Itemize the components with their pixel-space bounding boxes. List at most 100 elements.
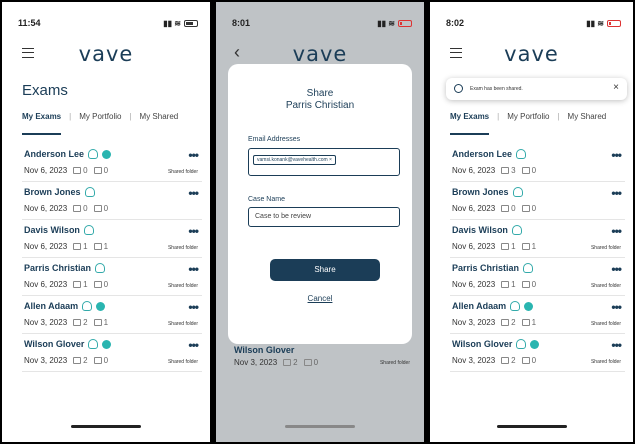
report-count: 1 bbox=[531, 318, 537, 327]
home-indicator bbox=[496, 425, 567, 428]
bg-row-c1: 2 bbox=[293, 358, 298, 367]
report-count-icon bbox=[521, 167, 530, 174]
shared-icon bbox=[84, 187, 95, 197]
case-name-input[interactable]: Case to be review bbox=[248, 207, 400, 227]
exam-row[interactable]: Anderson Lee Nov 6, 2023 3 0 ••• bbox=[450, 144, 625, 182]
more-options-icon[interactable]: ••• bbox=[188, 300, 199, 314]
shared-icon bbox=[83, 225, 94, 235]
exam-row[interactable]: Parris Christian Nov 6, 2023 1 0 ••• Shared f… bbox=[450, 258, 625, 296]
app-logo: vave bbox=[292, 42, 348, 66]
tab-my-shared[interactable]: My Shared bbox=[140, 112, 179, 128]
shared-icon bbox=[523, 263, 534, 273]
more-options-icon[interactable]: ••• bbox=[611, 338, 622, 352]
status-icons: ▮▮ ≋ bbox=[377, 19, 412, 28]
report-count-icon bbox=[93, 243, 102, 250]
patient-name: Allen Adaam bbox=[452, 301, 507, 311]
report-count: 1 bbox=[103, 318, 109, 327]
shared-icon bbox=[88, 339, 99, 349]
status-dot-icon bbox=[530, 339, 540, 349]
report-count-icon bbox=[93, 357, 102, 364]
image-count-icon bbox=[501, 319, 510, 326]
image-count-icon bbox=[73, 357, 82, 364]
image-count-icon bbox=[501, 357, 510, 364]
exam-row[interactable]: Allen Adaam Nov 3, 2023 2 1 ••• Shared folder bbox=[450, 296, 625, 334]
patient-name: Allen Adaam bbox=[24, 301, 79, 311]
email-field[interactable]: vamsi.konank@vavehealth.com × bbox=[248, 148, 400, 176]
patient-name: Davis Wilson bbox=[452, 225, 508, 235]
status-icons: ▮▮ ≋ bbox=[163, 19, 198, 28]
shared-icon bbox=[516, 339, 527, 349]
bg-row-date: Nov 3, 2023 bbox=[234, 358, 278, 367]
exam-row[interactable]: Davis Wilson Nov 6, 2023 1 1 ••• Shared folde… bbox=[450, 220, 625, 258]
exam-date: Nov 3, 2023 bbox=[452, 318, 496, 327]
battery-icon bbox=[607, 19, 621, 27]
more-options-icon[interactable]: ••• bbox=[188, 186, 199, 200]
exam-list: Anderson Lee Nov 6, 2023 3 0 ••• Brown Jones N… bbox=[450, 144, 625, 372]
battery-icon bbox=[398, 19, 412, 27]
patient-name: Wilson Glover bbox=[24, 339, 85, 349]
page-title: Exams bbox=[22, 82, 68, 99]
tab-my-exams[interactable]: My Exams bbox=[450, 112, 490, 135]
email-label: Email Addresses bbox=[248, 136, 301, 143]
shared-icon bbox=[82, 301, 93, 311]
more-options-icon[interactable]: ••• bbox=[611, 148, 622, 162]
report-count: 0 bbox=[103, 166, 109, 175]
image-count: 2 bbox=[83, 318, 88, 327]
shared-folder-label: Shared folder bbox=[167, 283, 198, 289]
report-count: 0 bbox=[103, 280, 109, 289]
background-row: Wilson Glover Nov 3, 2023 2 0 Shared fol… bbox=[234, 345, 410, 367]
image-count: 0 bbox=[83, 166, 88, 175]
image-count-icon bbox=[501, 243, 510, 250]
image-count-icon bbox=[73, 319, 82, 326]
close-icon[interactable]: × bbox=[613, 82, 619, 93]
more-options-icon[interactable]: ••• bbox=[188, 224, 199, 238]
image-count-icon bbox=[501, 281, 510, 288]
report-count-icon bbox=[93, 319, 102, 326]
exam-date: Nov 6, 2023 bbox=[452, 280, 496, 289]
email-chip[interactable]: vamsi.konank@vavehealth.com × bbox=[253, 155, 336, 165]
tab-my-shared[interactable]: My Shared bbox=[568, 112, 607, 128]
more-options-icon[interactable]: ••• bbox=[611, 300, 622, 314]
exam-row[interactable]: Parris Christian Nov 6, 2023 1 0 ••• Shared f… bbox=[22, 258, 202, 296]
image-count: 2 bbox=[83, 356, 88, 365]
share-button[interactable]: Share bbox=[270, 259, 380, 281]
image-count: 0 bbox=[83, 204, 88, 213]
exam-row[interactable]: Davis Wilson Nov 6, 2023 1 1 ••• Shared folde… bbox=[22, 220, 202, 258]
dialog-patient-name: Parris Christian bbox=[285, 100, 355, 111]
more-options-icon[interactable]: ••• bbox=[188, 262, 199, 276]
tab-my-portfolio[interactable]: My Portfolio bbox=[79, 112, 121, 128]
more-options-icon[interactable]: ••• bbox=[611, 186, 622, 200]
exam-row[interactable]: Brown Jones Nov 6, 2023 0 0 ••• bbox=[22, 182, 202, 220]
home-indicator bbox=[71, 425, 141, 428]
status-time: 11:54 bbox=[18, 18, 41, 28]
more-options-icon[interactable]: ••• bbox=[188, 338, 199, 352]
exam-row[interactable]: Allen Adaam Nov 3, 2023 2 1 ••• Shared folder bbox=[22, 296, 202, 334]
more-options-icon[interactable]: ••• bbox=[188, 148, 199, 162]
exam-row[interactable]: Anderson Lee Nov 6, 2023 0 0 ••• Shared folde… bbox=[22, 144, 202, 182]
shared-icon bbox=[512, 187, 523, 197]
report-count: 0 bbox=[531, 166, 537, 175]
shared-folder-label: Shared folder bbox=[590, 283, 621, 289]
more-options-icon[interactable]: ••• bbox=[611, 224, 622, 238]
shared-folder-label: Shared folder bbox=[590, 359, 621, 365]
report-count-icon bbox=[521, 243, 530, 250]
tab-my-portfolio[interactable]: My Portfolio bbox=[507, 112, 549, 128]
status-bar: 8:01 ▮▮ ≋ bbox=[232, 16, 412, 30]
patient-name: Parris Christian bbox=[452, 263, 520, 273]
cancel-button[interactable]: Cancel bbox=[228, 294, 412, 303]
app-header: ‹ vave bbox=[216, 42, 424, 66]
shared-folder-label: Shared folder bbox=[590, 245, 621, 251]
app-logo: vave bbox=[504, 42, 559, 66]
status-dot-icon bbox=[524, 301, 534, 311]
exam-row[interactable]: Wilson Glover Nov 3, 2023 2 0 ••• Shared fold… bbox=[22, 334, 202, 372]
app-header: vave bbox=[430, 42, 633, 66]
exam-row[interactable]: Wilson Glover Nov 3, 2023 2 0 ••• Shared fold… bbox=[450, 334, 625, 372]
report-count: 0 bbox=[531, 204, 537, 213]
more-options-icon[interactable]: ••• bbox=[611, 262, 622, 276]
app-header: vave bbox=[2, 42, 210, 66]
report-count-icon bbox=[93, 167, 102, 174]
report-count-icon bbox=[93, 281, 102, 288]
exam-row[interactable]: Brown Jones Nov 6, 2023 0 0 ••• bbox=[450, 182, 625, 220]
tab-my-exams[interactable]: My Exams bbox=[22, 112, 62, 135]
screen-share-modal: 8:01 ▮▮ ≋ ‹ vave Wilson Glover Nov 3, 20… bbox=[216, 2, 424, 442]
